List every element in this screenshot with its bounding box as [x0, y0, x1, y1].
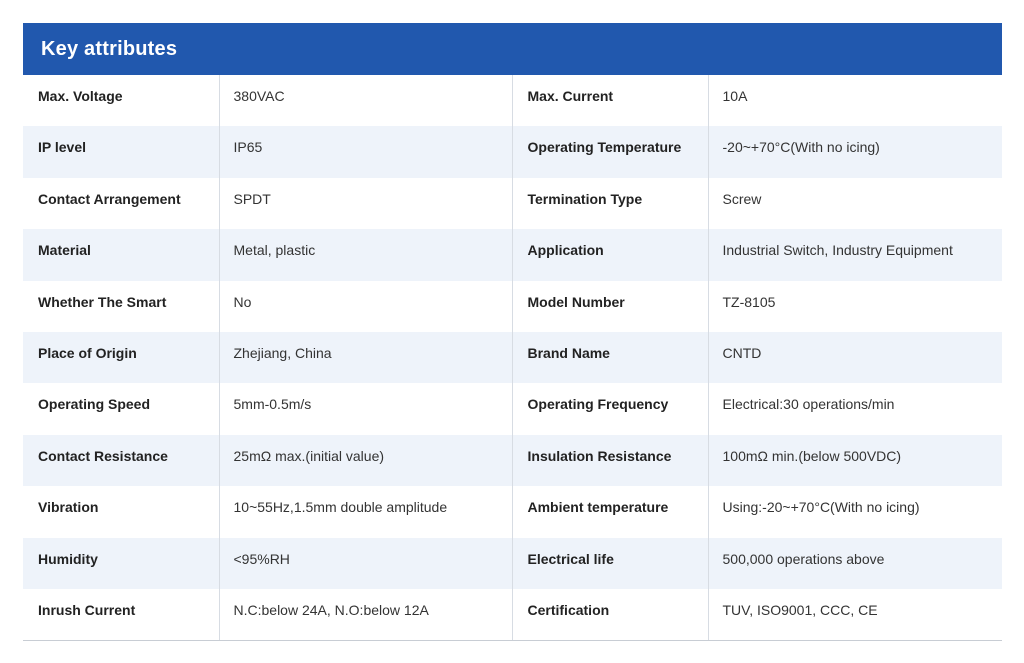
attribute-value: <95%RH [219, 537, 513, 589]
attribute-label: Ambient temperature [512, 486, 709, 538]
section-title: Key attributes [41, 37, 178, 60]
attribute-value: Electrical:30 operations/min [722, 396, 895, 413]
attribute-value: 500,000 operations above [708, 537, 1002, 589]
attribute-label: IP level [23, 126, 220, 178]
attribute-value: Screw [722, 190, 762, 207]
attribute-value: 100mΩ min.(below 500VDC) [708, 434, 1002, 487]
attribute-value: Metal, plastic [219, 229, 513, 281]
attribute-value: 10A [722, 88, 748, 104]
attribute-value: IP65 [219, 126, 513, 178]
table-row: Humidity <95%RH Electrical life 500,000 ope… [23, 537, 1002, 589]
attribute-label: Electrical life [512, 537, 709, 589]
attribute-label: Application [512, 229, 709, 281]
attribute-label: Model Number [512, 280, 709, 332]
table-row: IP level IP65 Operating Temperature -20~+70… [23, 126, 1002, 178]
attribute-label: Operating Speed [23, 383, 220, 435]
attribute-label: Humidity [23, 537, 220, 589]
attribute-label: Operating Frequency [512, 383, 709, 435]
attribute-label: Certification [512, 588, 709, 641]
attributes-table: Max. Voltage 380VAC Max. Current 10A IP leve… [23, 75, 1002, 641]
attribute-value: TZ-8105 [722, 293, 776, 310]
attribute-label: Place of Origin [23, 331, 220, 384]
table-row: Contact Resistance 25mΩ max.(initial valu… [23, 434, 1002, 487]
attribute-value: No [219, 280, 513, 332]
attribute-label: Vibration [23, 486, 220, 538]
attribute-value: SPDT [219, 177, 513, 230]
attribute-label: Termination Type [512, 177, 709, 230]
key-attributes-panel: Key attributes Max. Voltage 380VAC Max. Cu… [23, 23, 1002, 641]
attribute-label: Material [23, 229, 220, 281]
attribute-value: Industrial Switch, Industry Equipment [708, 229, 1002, 281]
table-row: Material Metal, plastic Application Industr… [23, 229, 1002, 281]
table-row: Contact Arrangement SPDT Termination Type S… [23, 177, 1002, 230]
attribute-label: Contact Arrangement [23, 177, 220, 230]
table-row: Vibration 10~55Hz,1.5mm double amplitude A… [23, 486, 1002, 538]
attribute-label: Whether The Smart [23, 280, 220, 332]
attribute-value: 380VAC [219, 75, 513, 127]
attribute-value: N.C:below 24A, N.O:below 12A [219, 588, 513, 641]
attribute-label: Contact Resistance [23, 434, 220, 487]
attribute-label: Max. Voltage [23, 75, 220, 127]
table-row: Max. Voltage 380VAC Max. Current 10A [23, 75, 1002, 127]
section-header: Key attributes [23, 23, 1002, 75]
attribute-label: Operating Temperature [512, 126, 709, 178]
table-row: Inrush Current N.C:below 24A, N.O:below 1… [23, 588, 1002, 641]
attribute-value: Using:-20~+70°C(With no icing) [722, 499, 920, 516]
attribute-value: 5mm-0.5m/s [219, 383, 513, 435]
attribute-value: -20~+70°C(With no icing) [708, 126, 1002, 178]
attribute-label: Max. Current [512, 75, 709, 127]
table-row: Place of Origin Zhejiang, China Brand Name… [23, 331, 1002, 384]
attribute-value: 10~55Hz,1.5mm double amplitude [219, 486, 513, 538]
attribute-value: CNTD [708, 331, 1002, 384]
attribute-label: Inrush Current [23, 588, 220, 641]
table-row: Operating Speed 5mm-0.5m/s Operating Frequ… [23, 383, 1002, 435]
attribute-label: Brand Name [512, 331, 709, 384]
attribute-value: TUV, ISO9001, CCC, CE [708, 588, 1002, 641]
table-row: Whether The Smart No Model Number TZ-8105 [23, 280, 1002, 332]
attribute-label: Insulation Resistance [512, 434, 709, 487]
attribute-value: Zhejiang, China [219, 331, 513, 384]
attribute-value: 25mΩ max.(initial value) [219, 434, 513, 487]
